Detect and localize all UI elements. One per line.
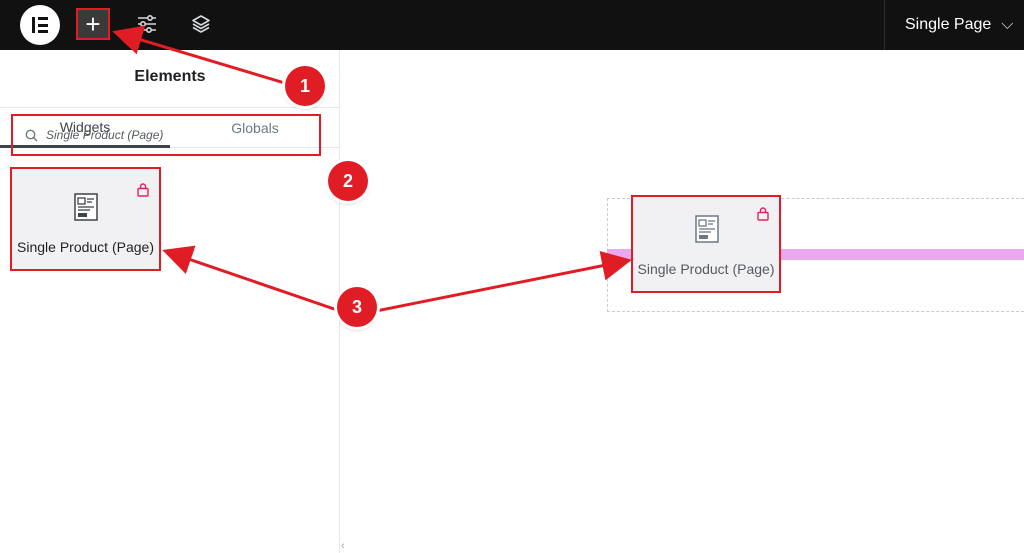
elementor-logo-icon[interactable]	[20, 5, 60, 45]
single-product-icon	[695, 215, 719, 243]
search-icon	[25, 129, 38, 141]
page-selector[interactable]: Single Page ⌵	[884, 0, 1024, 50]
structure-button[interactable]	[184, 8, 218, 40]
collapse-panel-icon[interactable]: ‹	[341, 540, 345, 552]
chevron-down-icon: ⌵	[1001, 16, 1014, 33]
pro-lock-icon	[137, 183, 149, 197]
dragged-widget-single-product-page[interactable]: Single Product (Page)	[631, 195, 781, 293]
single-product-icon	[74, 193, 98, 221]
step-badge-2: 2	[328, 161, 368, 201]
pro-lock-icon	[757, 207, 769, 221]
search-input[interactable]: Single Product (Page)	[25, 128, 163, 142]
widget-label: Single Product (Page)	[17, 239, 154, 255]
editor-topbar: + Single Page ⌵	[0, 0, 1024, 50]
arrow-3-right	[375, 250, 632, 313]
widget-single-product-page[interactable]: Single Product (Page)	[10, 167, 161, 271]
logo-mark	[32, 17, 48, 33]
sliders-icon	[138, 15, 156, 33]
page-selector-label: Single Page	[905, 16, 992, 33]
search-input-value: Single Product (Page)	[46, 128, 164, 142]
layers-icon	[192, 15, 210, 33]
search-widget-box[interactable]: Single Product (Page)	[11, 114, 321, 156]
site-settings-button[interactable]	[130, 8, 164, 40]
step-badge-1: 1	[285, 66, 325, 106]
add-element-button[interactable]: +	[76, 8, 110, 40]
dragged-widget-label: Single Product (Page)	[637, 261, 775, 277]
plus-icon: +	[85, 8, 101, 39]
step-badge-3: 3	[337, 287, 377, 327]
